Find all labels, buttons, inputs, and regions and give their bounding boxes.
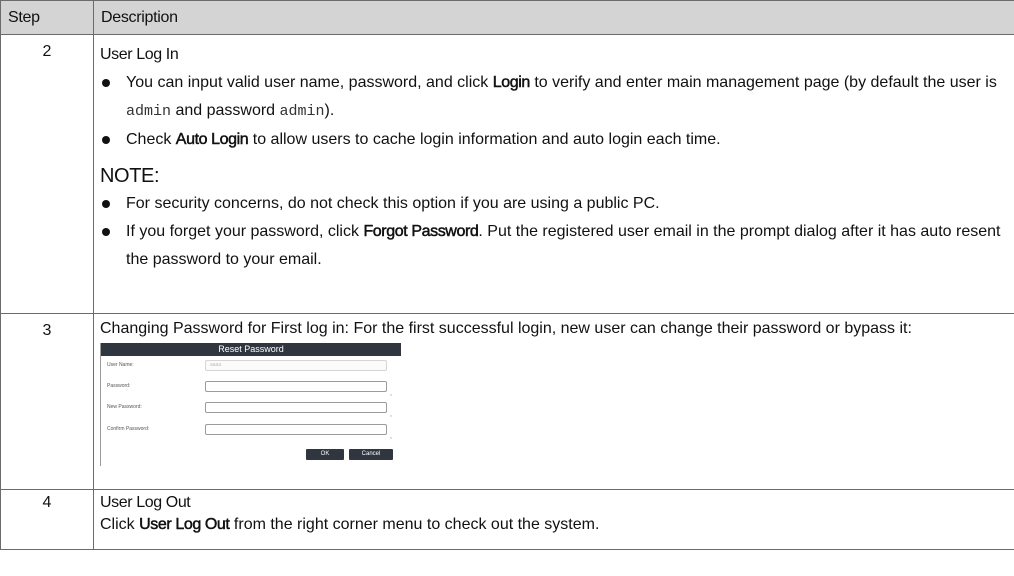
bullet-text: Check	[126, 131, 176, 148]
step-bullet-list: You can input valid user name, password,…	[100, 69, 1006, 154]
bold-term: User Log Out	[139, 516, 230, 534]
bold-term: Login	[492, 74, 530, 92]
step-text: Click User Log Out from the right corner…	[100, 514, 1006, 536]
step-description: User Log Out Click User Log Out from the…	[93, 489, 1014, 550]
step-description: User Log In You can input valid user nam…	[93, 34, 1014, 314]
dialog-title: Reset Password	[101, 343, 401, 356]
code-username: admin	[126, 103, 172, 120]
confirm-password-label: Confirm Password:	[107, 426, 150, 432]
step-text-part: from the right corner menu to check out …	[229, 516, 600, 533]
step-description: Changing Password for First log in: For …	[93, 313, 1014, 490]
list-item: Check Auto Login to allow users to cache…	[100, 126, 1006, 154]
password-field[interactable]	[205, 381, 387, 392]
description-column-header: Description	[93, 0, 1014, 35]
bold-term: Forgot Password	[363, 223, 479, 241]
username-field[interactable]: aaaa	[205, 360, 387, 371]
step-number: 3	[0, 313, 94, 490]
new-password-label: New Password:	[107, 404, 142, 410]
note-bullet-list: For security concerns, do not check this…	[100, 190, 1006, 274]
step-heading: User Log In	[100, 46, 179, 63]
step-text: Changing Password for First log in: For …	[100, 320, 912, 337]
step-column-header: Step	[0, 0, 94, 35]
bullet-text: to allow users to cache login informatio…	[248, 131, 721, 148]
step-number: 2	[0, 34, 94, 314]
steps-table: Step Description 2 User Log In You can i…	[0, 0, 1014, 550]
list-item: For security concerns, do not check this…	[100, 190, 1006, 218]
ok-button[interactable]: OK	[306, 449, 344, 460]
new-password-field[interactable]	[205, 402, 387, 413]
list-item: You can input valid user name, password,…	[100, 69, 1006, 126]
bullet-text: You can input valid user name, password,…	[126, 74, 493, 91]
bullet-text: ).	[324, 102, 335, 119]
note-label: NOTE:	[100, 165, 160, 187]
bold-term: Auto Login	[175, 131, 249, 149]
confirm-password-field[interactable]	[205, 424, 387, 435]
step-heading: User Log Out	[100, 494, 191, 511]
code-password: admin	[279, 103, 325, 120]
step-text-part: Click	[100, 516, 140, 533]
bullet-text: For security concerns, do not check this…	[126, 195, 660, 212]
step-number: 4	[0, 489, 94, 550]
bullet-text: and password	[171, 102, 280, 119]
cancel-button[interactable]: Cancel	[349, 449, 393, 460]
bullet-text: to verify and enter main management page…	[529, 74, 997, 91]
list-item: If you forget your password, click Forgo…	[100, 218, 1006, 274]
reset-password-dialog-screenshot: Reset Password User Name: aaaa Password:…	[100, 343, 401, 466]
bullet-text: If you forget your password, click	[126, 223, 364, 240]
table-row: 4 User Log Out Click User Log Out from t…	[0, 489, 1014, 550]
table-row: 3 Changing Password for First log in: Fo…	[0, 313, 1014, 490]
username-label: User Name:	[107, 362, 134, 368]
password-label: Password:	[107, 383, 131, 389]
table-header-row: Step Description	[0, 0, 1014, 35]
table-row: 2 User Log In You can input valid user n…	[0, 34, 1014, 314]
